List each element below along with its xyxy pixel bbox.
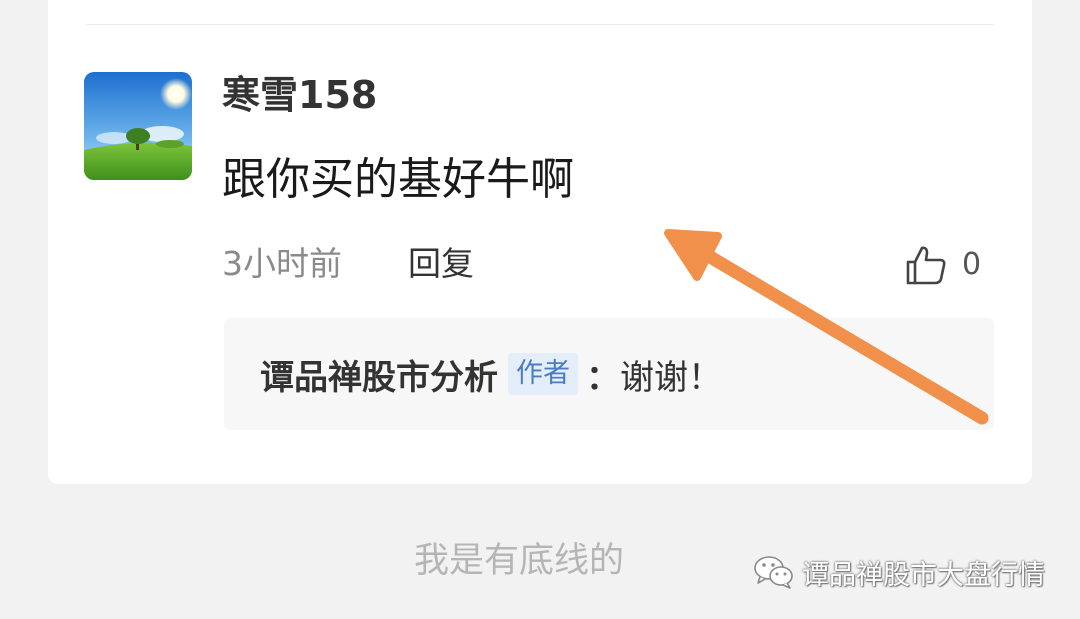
comment-username[interactable]: 寒雪158 — [222, 68, 377, 122]
author-reply-box: 谭品禅股市分析 作者 ： 谢谢！ — [224, 318, 994, 430]
thumbs-up-icon — [906, 246, 946, 285]
landscape-avatar-icon — [84, 72, 192, 180]
reply-button[interactable]: 回复 — [408, 240, 474, 288]
author-badge: 作者 — [508, 353, 578, 395]
reply-text: 谢谢！ — [620, 357, 722, 398]
end-of-list-text: 我是有底线的 — [414, 541, 625, 581]
comment-timestamp: 3小时前 — [222, 244, 342, 283]
divider — [86, 24, 994, 25]
reply-colon: ： — [586, 357, 620, 398]
comment-text: 跟你买的基好牛啊 — [222, 154, 574, 205]
wechat-icon — [754, 556, 793, 589]
reply-author-name[interactable]: 谭品禅股市分析 — [260, 350, 498, 399]
watermark: 谭品禅股市大盘行情 — [752, 550, 1045, 594]
like-button[interactable]: 0 — [904, 240, 981, 290]
like-count: 0 — [962, 247, 982, 282]
watermark-text: 谭品禅股市大盘行情 — [802, 559, 1045, 591]
user-avatar[interactable] — [84, 72, 192, 180]
author-reply-line: 谭品禅股市分析 作者 ： 谢谢！ — [260, 346, 722, 402]
